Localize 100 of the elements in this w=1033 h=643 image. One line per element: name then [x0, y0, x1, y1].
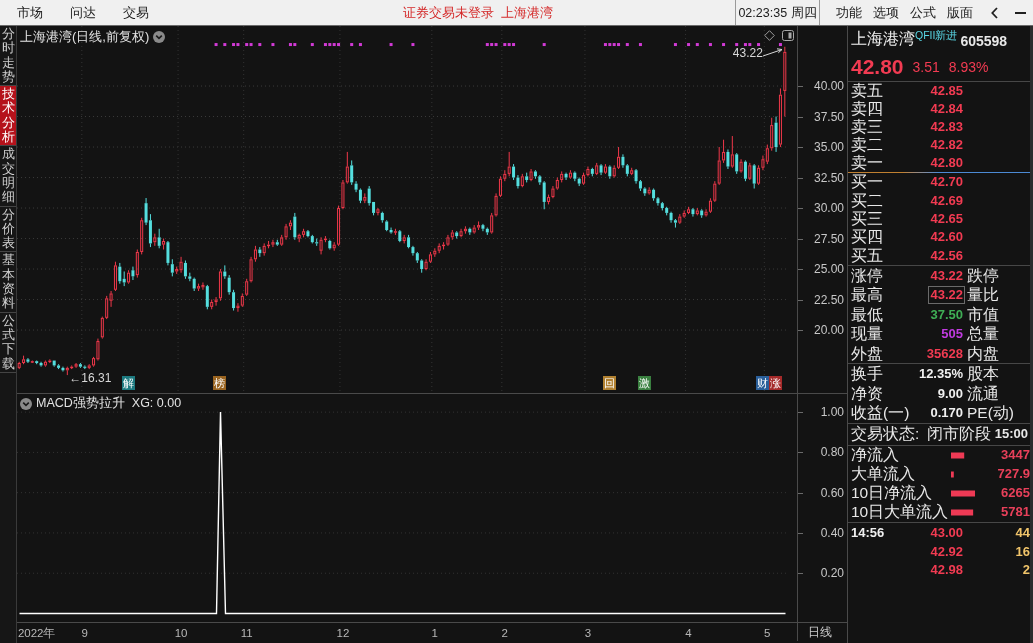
event-tag: 激	[637, 376, 651, 390]
chevron-down-icon[interactable]	[153, 30, 166, 43]
flow-value: 6265	[1001, 485, 1030, 502]
axis-label: 25.00	[813, 262, 844, 277]
tick-price: 42.98	[929, 562, 963, 579]
stat-value: 9.00	[936, 385, 964, 402]
flow-label: 大单流入	[851, 465, 915, 484]
menu-item[interactable]: 选项	[873, 4, 899, 21]
status-text: 上海港湾	[501, 4, 553, 21]
chart-title: 上海港湾(日线,前复权)	[20, 29, 150, 44]
stat-label: 股本	[966, 365, 1000, 384]
stat-label: 现量	[851, 325, 884, 344]
axis-label: 32.50	[813, 170, 844, 185]
stat-value: 35628	[925, 344, 964, 363]
axis-label: 2	[501, 627, 508, 640]
axis-label: 35.00	[813, 140, 844, 155]
axis-label: 5	[764, 627, 771, 640]
signal-marker	[735, 43, 739, 47]
order-label: 卖五	[851, 82, 884, 100]
order-price: 42.80	[929, 155, 964, 171]
diamond-icon[interactable]	[764, 30, 775, 41]
order-price: 42.84	[929, 101, 964, 117]
axis-label: 11	[240, 627, 253, 640]
stat-label: 跌停	[966, 266, 1000, 285]
axis-label: 1.00	[820, 405, 844, 420]
flow-bar	[951, 509, 974, 516]
order-label: 卖一	[851, 154, 884, 172]
stat-label: 净资	[851, 384, 884, 403]
signal-marker	[271, 43, 275, 47]
tick-time: 14:56	[851, 525, 886, 542]
menu-item[interactable]: 市场	[17, 4, 43, 21]
arrow-icon	[762, 48, 783, 58]
stat-label: 换手	[851, 365, 884, 384]
side-tab[interactable]: 分价表	[0, 206, 16, 253]
order-price: 42.82	[929, 137, 964, 153]
order-label: 买五	[851, 246, 884, 265]
axis-label: 12	[336, 627, 350, 640]
stat-label: 涨停	[851, 266, 884, 285]
event-tag: 榜	[213, 376, 227, 390]
signal-marker	[350, 43, 354, 47]
stock-tag: QFII新进	[915, 29, 958, 41]
axis-label: 0.60	[820, 485, 844, 500]
stat-value: 43.22	[929, 266, 964, 285]
clock-text: 02:23:35 周四	[738, 4, 817, 21]
price-annotation: 43.22	[732, 45, 763, 60]
stat-value: 505	[940, 325, 964, 344]
panel-icon[interactable]	[782, 30, 794, 41]
signal-marker	[310, 43, 314, 47]
signal-marker	[542, 43, 546, 47]
status-value: 闭市阶段	[927, 425, 989, 444]
axis-label: 40.00	[813, 79, 844, 93]
side-tab[interactable]: 成交明细	[0, 146, 16, 207]
signal-marker	[358, 43, 362, 47]
axis-label: 22.50	[813, 292, 844, 307]
stat-label: 量比	[966, 286, 1000, 305]
event-tag: 解	[121, 376, 135, 390]
order-label: 买二	[851, 191, 884, 210]
stat-label: 内盘	[966, 344, 1000, 363]
stat-value: 0.170	[929, 405, 964, 422]
side-tab[interactable]: 基本资料	[0, 252, 16, 313]
stat-value: 43.22	[928, 286, 965, 305]
price-annotation: ←16.31	[69, 371, 112, 386]
stock-code: 605598	[960, 32, 1008, 50]
flow-label: 10日大单流入	[851, 503, 949, 522]
signal-marker	[722, 43, 726, 47]
indicator-title: MACD强势拉升	[36, 396, 125, 411]
signal-marker	[778, 43, 782, 47]
axis-label: 30.00	[813, 201, 844, 216]
signal-marker	[695, 43, 699, 47]
stat-label: 市值	[966, 305, 1000, 324]
indicator-value: XG: 0.00	[131, 396, 182, 411]
event-tag: 涨	[769, 376, 783, 390]
chevron-down-icon[interactable]	[20, 397, 32, 410]
side-tab[interactable]: 技术分析	[0, 86, 16, 147]
signal-marker	[638, 43, 642, 47]
period-label[interactable]: 日线	[808, 625, 832, 639]
stat-value: 12.35%	[917, 366, 964, 383]
order-label: 卖四	[851, 100, 884, 118]
signal-marker	[223, 43, 227, 47]
axis-label: 9	[81, 627, 88, 640]
menu-item[interactable]: 问达	[70, 4, 96, 21]
stat-label: 总量	[966, 325, 1000, 344]
menu-item[interactable]: 交易	[123, 4, 149, 21]
signal-marker	[258, 43, 262, 47]
menu-item[interactable]: 功能	[836, 4, 862, 21]
event-tag: 财	[755, 376, 769, 390]
chevron-left-icon	[990, 6, 998, 19]
order-label: 买一	[851, 173, 884, 192]
back-button[interactable]	[989, 5, 999, 20]
axis-label: 1	[431, 627, 438, 640]
status-label: 交易状态:	[851, 425, 921, 444]
menu-item[interactable]: 版面	[947, 4, 973, 21]
flow-bar	[951, 490, 975, 497]
flow-value: 3447	[1001, 447, 1030, 464]
menu-item[interactable]: 公式	[910, 4, 936, 21]
status-text: 证券交易未登录	[403, 4, 494, 21]
signal-marker	[411, 43, 415, 47]
side-tab[interactable]: 公式下载	[0, 312, 16, 373]
axis-label: 3	[584, 627, 592, 640]
order-price: 42.65	[929, 210, 964, 227]
